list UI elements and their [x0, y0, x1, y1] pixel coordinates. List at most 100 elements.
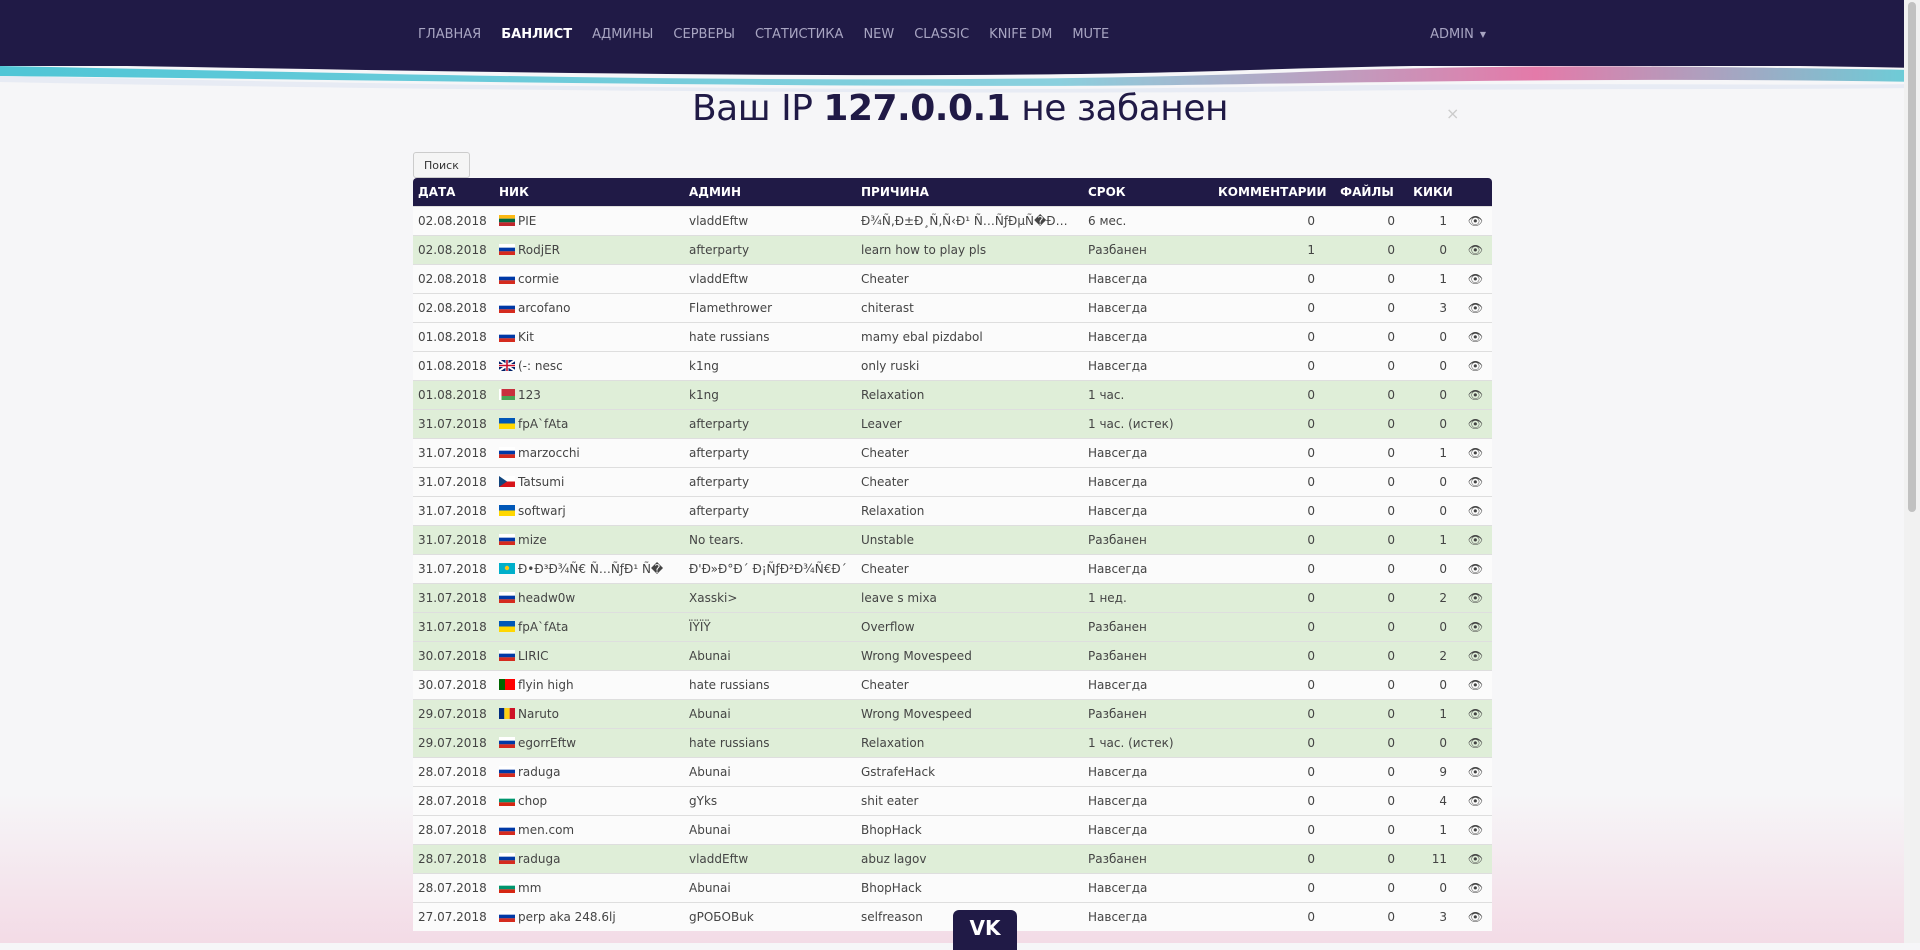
nav-item-6[interactable]: CLASSIC — [914, 27, 969, 42]
flag-ru-icon — [499, 447, 515, 458]
table-row[interactable]: 31.07.2018 headw0w Xasski> leave s mixa 1 не… — [413, 583, 1492, 613]
nav-item-8[interactable]: MUTE — [1072, 27, 1109, 42]
table-row[interactable]: 02.08.2018 cormie vladdEftw Cheater Навсегда… — [413, 264, 1492, 294]
view-details-eye-icon[interactable]: 👁 — [1459, 699, 1492, 729]
table-row[interactable]: 02.08.2018 RodjER afterparty learn how to p… — [413, 235, 1492, 265]
table-row[interactable]: 28.07.2018 raduga vladdEftw abuz lagov Разба… — [413, 844, 1492, 874]
nav-item-0[interactable]: ГЛАВНАЯ — [418, 27, 481, 42]
cell-date: 31.07.2018 — [413, 583, 494, 613]
view-details-eye-icon[interactable]: 👁 — [1459, 583, 1492, 613]
cell-admin: vladdEftw — [684, 206, 856, 236]
view-details-eye-icon[interactable]: 👁 — [1459, 815, 1492, 845]
view-details-eye-icon[interactable]: 👁 — [1459, 873, 1492, 903]
nick-text: Ð•Ð³Ð¾Ñ€ Ñ…ÑƒÐ¹ Ñ� — [518, 562, 664, 576]
view-details-eye-icon[interactable]: 👁 — [1459, 438, 1492, 468]
table-row[interactable]: 31.07.2018 marzocchi afterparty Cheater Навс… — [413, 438, 1492, 468]
alert-close-icon[interactable]: × — [1446, 104, 1459, 123]
view-details-eye-icon[interactable]: 👁 — [1459, 293, 1492, 323]
scrollbar[interactable] — [1904, 0, 1920, 943]
table-row[interactable]: 31.07.2018 softwarj afterparty Relaxation На… — [413, 496, 1492, 526]
nav-item-2[interactable]: АДМИНЫ — [592, 27, 653, 42]
table-row[interactable]: 28.07.2018 mm Abunai BhopHack Навсегда 0 0 0 👁 — [413, 873, 1492, 903]
view-details-eye-icon[interactable]: 👁 — [1459, 757, 1492, 787]
flag-kz-icon — [499, 563, 515, 574]
table-row[interactable]: 29.07.2018 Naruto Abunai Wrong Movespeed Раз… — [413, 699, 1492, 729]
vk-icon[interactable]: VK — [953, 910, 1017, 950]
table-row[interactable]: 31.07.2018 fpA`fAta ÏŸÏŸ Overflow Разбанен 0 0… — [413, 612, 1492, 642]
table-row[interactable]: 31.07.2018 Tatsumi afterparty Cheater Навсег… — [413, 467, 1492, 497]
cell-reason: Relaxation — [856, 380, 1083, 410]
column-header-date[interactable]: ДАТА — [413, 178, 494, 207]
search-button[interactable]: Поиск — [413, 152, 470, 178]
nav-item-1[interactable]: БАНЛИСТ — [501, 27, 572, 42]
column-header-nick[interactable]: НИК — [494, 178, 684, 207]
cell-term: Разбанен — [1083, 844, 1213, 874]
cell-admin: Abunai — [684, 641, 856, 671]
view-details-eye-icon[interactable]: 👁 — [1459, 525, 1492, 555]
table-row[interactable]: 28.07.2018 raduga Abunai GstrafeHack Навсегд… — [413, 757, 1492, 787]
table-row[interactable]: 31.07.2018 fpA`fAta afterparty Leaver 1 час.… — [413, 409, 1492, 439]
view-details-eye-icon[interactable]: 👁 — [1459, 380, 1492, 410]
column-header-reason[interactable]: ПРИЧИНА — [856, 178, 1083, 207]
nick-text: arcofano — [518, 301, 571, 315]
view-details-eye-icon[interactable]: 👁 — [1459, 728, 1492, 758]
view-details-eye-icon[interactable]: 👁 — [1459, 409, 1492, 439]
column-header-files[interactable]: ФАЙЛЫ — [1327, 178, 1407, 207]
flag-ru-icon — [499, 650, 515, 661]
view-details-eye-icon[interactable]: 👁 — [1459, 786, 1492, 816]
cell-kicks: 1 — [1407, 206, 1459, 236]
table-row[interactable]: 30.07.2018 flyin high hate russians Cheater… — [413, 670, 1492, 700]
view-details-eye-icon[interactable]: 👁 — [1459, 206, 1492, 236]
scrollbar-thumb[interactable] — [1908, 2, 1916, 512]
table-row[interactable]: 31.07.2018 mize No tears. Unstable Разбанен 0… — [413, 525, 1492, 555]
column-header-admin[interactable]: АДМИН — [684, 178, 856, 207]
view-details-eye-icon[interactable]: 👁 — [1459, 264, 1492, 294]
cell-reason: Overflow — [856, 612, 1083, 642]
view-details-eye-icon[interactable]: 👁 — [1459, 554, 1492, 584]
table-row[interactable]: 28.07.2018 chop gYks shit eater Навсегда 0 0 4 👁 — [413, 786, 1492, 816]
cell-nick: egorrEftw — [494, 728, 684, 758]
nick-text: softwarj — [518, 504, 566, 518]
table-row[interactable]: 01.08.2018 Kit hate russians mamy ebal pizd… — [413, 322, 1492, 352]
view-details-eye-icon[interactable]: 👁 — [1459, 496, 1492, 526]
table-row[interactable]: 29.07.2018 egorrEftw hate russians Relaxati… — [413, 728, 1492, 758]
flag-ru-icon — [499, 592, 515, 603]
view-details-eye-icon[interactable]: 👁 — [1459, 351, 1492, 381]
cell-nick: PIE — [494, 206, 684, 236]
cell-comments: 0 — [1213, 728, 1327, 758]
table-row[interactable]: 28.07.2018 men.com Abunai BhopHack Навсегда 0… — [413, 815, 1492, 845]
table-row[interactable]: 31.07.2018 Ð•Ð³Ð¾Ñ€ Ñ…ÑƒÐ¹ Ñ� Ð'Ð»Ð°Ð´ Ð¡Ñ… — [413, 554, 1492, 584]
column-header-term[interactable]: СРОК — [1083, 178, 1213, 207]
view-details-eye-icon[interactable]: 👁 — [1459, 844, 1492, 874]
view-details-eye-icon[interactable]: 👁 — [1459, 612, 1492, 642]
table-row[interactable]: 30.07.2018 LIRIC Abunai Wrong Movespeed Разб… — [413, 641, 1492, 671]
view-details-eye-icon[interactable]: 👁 — [1459, 641, 1492, 671]
view-details-eye-icon[interactable]: 👁 — [1459, 670, 1492, 700]
view-details-eye-icon[interactable]: 👁 — [1459, 322, 1492, 352]
cell-term: 6 мес. — [1083, 206, 1213, 236]
cell-reason: abuz lagov — [856, 844, 1083, 874]
table-row[interactable]: 01.08.2018 (-: nesc k1ng only ruski Навсегда… — [413, 351, 1492, 381]
nav-item-4[interactable]: СТАТИСТИКА — [755, 27, 843, 42]
nick-text: Tatsumi — [518, 475, 565, 489]
nick-text: chop — [518, 794, 548, 808]
nav-item-5[interactable]: NEW — [863, 27, 894, 42]
cell-term: Навсегда — [1083, 786, 1213, 816]
column-header-comments[interactable]: КОММЕНТАРИИ — [1213, 178, 1327, 207]
nick-text: flyin high — [518, 678, 574, 692]
view-details-eye-icon[interactable]: 👁 — [1459, 235, 1492, 265]
table-row[interactable]: 02.08.2018 PIE vladdEftw Ð¾Ñ‚Ð±Ð¸Ñ‚Ñ‹Ð¹ Ñ…Ñ… — [413, 206, 1492, 236]
view-details-eye-icon[interactable]: 👁 — [1459, 902, 1492, 931]
flag-ru-icon — [499, 737, 515, 748]
nav-item-7[interactable]: KNIFE DM — [989, 27, 1052, 42]
cell-files: 0 — [1327, 293, 1407, 323]
table-row[interactable]: 01.08.2018 123 k1ng Relaxation 1 час. 0 0 0 👁 — [413, 380, 1492, 410]
cell-kicks: 3 — [1407, 902, 1459, 931]
column-header-kicks[interactable]: КИКИ — [1407, 178, 1459, 207]
view-details-eye-icon[interactable]: 👁 — [1459, 467, 1492, 497]
cell-date: 28.07.2018 — [413, 757, 494, 787]
table-row[interactable]: 02.08.2018 arcofano Flamethrower chiterast Н… — [413, 293, 1492, 323]
nav-item-3[interactable]: СЕРВЕРЫ — [673, 27, 735, 42]
cell-comments: 0 — [1213, 409, 1327, 439]
user-menu[interactable]: ADMIN ▼ — [1430, 0, 1486, 68]
